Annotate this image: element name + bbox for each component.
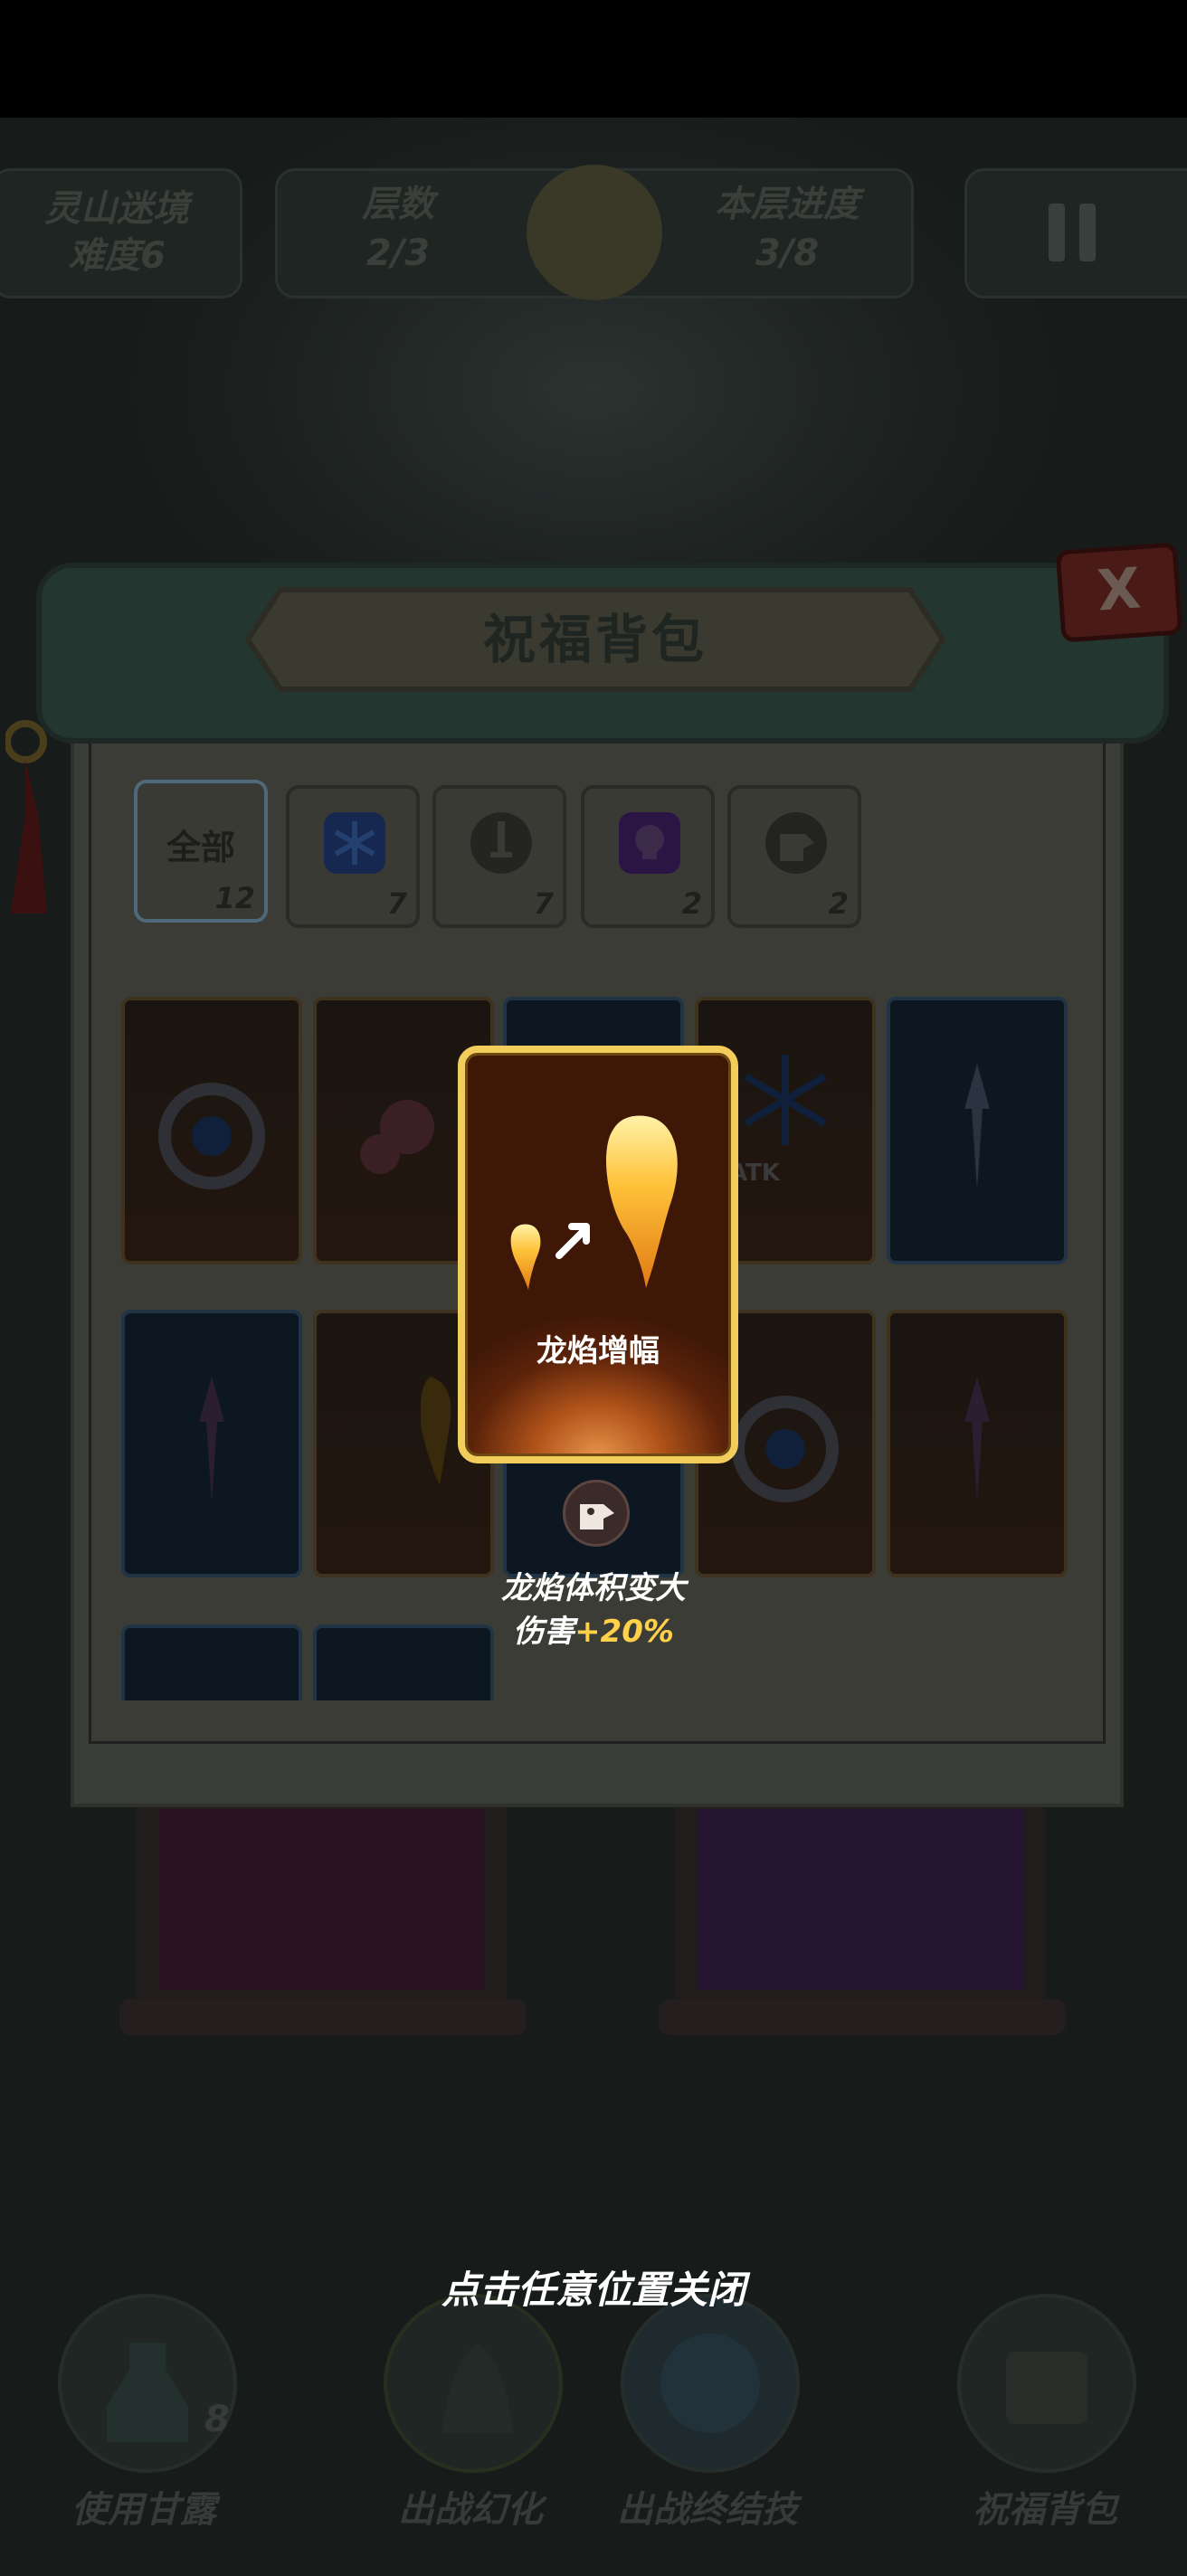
dragon-silhouette-icon <box>442 2343 514 2433</box>
blessing-effect-line1: 龙焰体积变大 <box>501 1570 686 1606</box>
tab-ice-count: 7 <box>386 886 407 921</box>
tab-dragon-count: 2 <box>828 886 849 921</box>
pause-icon <box>1049 204 1065 261</box>
floor-label: 层数 <box>362 184 434 225</box>
blessing-bag-label: 祝福背包 <box>973 2489 1117 2531</box>
skull-icon <box>619 812 680 874</box>
bg-card-right-base <box>659 1999 1066 2035</box>
potion-icon <box>107 2343 188 2442</box>
nectar-count: 8 <box>204 2399 230 2440</box>
blessing-effect-line2: 伤害+20% <box>389 1606 798 1651</box>
deploy-morph-label: 出战幻化 <box>398 2489 543 2531</box>
progress-label: 本层进度 <box>715 184 859 225</box>
deploy-finisher-label: 出战终结技 <box>617 2489 798 2531</box>
floor-value: 2/3 <box>366 232 431 274</box>
tab-all[interactable]: 全部 12 <box>134 780 268 923</box>
tab-all-count: 12 <box>214 881 255 915</box>
backpack-title: 祝福背包 <box>482 609 707 670</box>
tab-poison-count: 2 <box>681 886 702 921</box>
progress-value: 3/8 <box>755 232 820 274</box>
effect-damage-value: +20% <box>575 1614 674 1650</box>
tab-dragon[interactable]: 2 <box>727 785 861 928</box>
difficulty-label: 难度6 <box>68 235 166 277</box>
dragon-icon <box>765 812 827 874</box>
blessing-slot[interactable] <box>121 997 302 1264</box>
pause-button[interactable] <box>964 168 1187 298</box>
tab-weapon-count: 7 <box>533 886 554 921</box>
location-name: 灵山迷境 <box>44 188 189 230</box>
pause-icon-bar <box>1079 204 1096 261</box>
snowflake-icon <box>324 812 385 874</box>
blessing-bag-button[interactable] <box>957 2294 1136 2473</box>
blessing-slot[interactable] <box>887 997 1068 1264</box>
arrow-up-icon <box>199 1377 224 1503</box>
arrow-up-icon <box>964 1377 990 1503</box>
status-bar-area <box>0 0 1187 118</box>
effect-damage-label: 伤害 <box>513 1614 575 1650</box>
bg-card-left-base <box>119 1999 527 2035</box>
sword-icon <box>470 812 532 874</box>
blessing-name: 龙焰增幅 <box>537 1333 660 1369</box>
location-panel: 灵山迷境 难度6 <box>0 168 242 298</box>
use-nectar-button[interactable] <box>58 2294 237 2473</box>
dragon-category-icon <box>563 1480 630 1547</box>
close-button[interactable]: X <box>1055 542 1183 643</box>
flame-amplify-icon <box>510 1115 678 1290</box>
tab-poison[interactable]: 2 <box>581 785 715 928</box>
blessing-detail-card <box>458 1046 738 1463</box>
tab-weapon[interactable]: 7 <box>432 785 566 928</box>
close-icon: X <box>1095 554 1144 624</box>
scroll-icon <box>1006 2352 1087 2424</box>
blessing-slot[interactable] <box>121 1624 302 1700</box>
vortex-icon <box>660 2334 760 2433</box>
use-nectar-label: 使用甘露 <box>71 2489 216 2531</box>
ice-dragon-icon <box>158 1083 265 1189</box>
blessing-slot[interactable] <box>887 1310 1068 1577</box>
close-hint[interactable]: 点击任意位置关闭 <box>322 2259 865 2315</box>
deploy-finisher-button[interactable] <box>621 2294 800 2473</box>
blessing-slot[interactable] <box>121 1310 302 1577</box>
tab-ice[interactable]: 7 <box>286 785 420 928</box>
deploy-morph-button[interactable] <box>384 2294 563 2473</box>
center-emblem <box>527 165 662 300</box>
arrow-up-icon <box>964 1064 990 1190</box>
tab-all-label: 全部 <box>166 828 235 867</box>
bg-card-left <box>136 1800 507 2013</box>
bg-card-right <box>675 1800 1046 2013</box>
